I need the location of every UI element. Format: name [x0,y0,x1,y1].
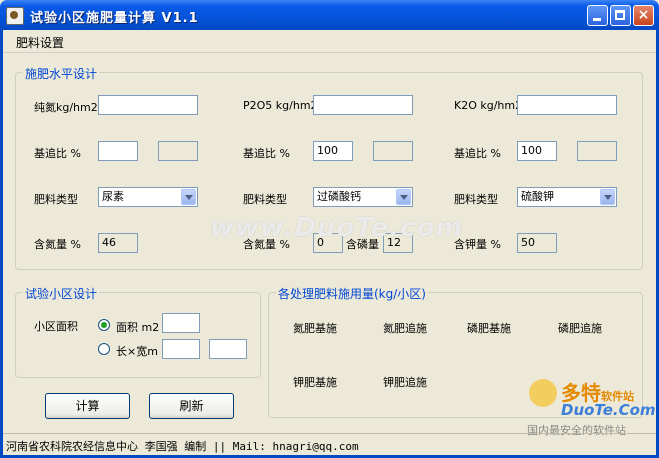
logo-mascot-icon [529,379,557,407]
menu-bar: 肥料设置 [3,30,656,53]
chevron-down-icon[interactable] [396,189,411,205]
potassium-rate-input[interactable] [517,95,617,115]
nitrogen-ratio-label: 基追比 % [34,147,81,160]
chevron-down-icon[interactable] [181,189,196,205]
phosphorus-rate-label: P2O5 kg/hm2 [243,99,318,112]
radio-length-width-label[interactable]: 长×宽m [116,343,158,359]
result-p-top-label: 磷肥追施 [558,322,602,335]
nitrogen-type-label: 肥料类型 [34,193,78,206]
phosphorus-type-value: 过磷酸钙 [317,190,361,203]
phosphorus-rate-input[interactable] [313,95,413,115]
potassium-ratio-input[interactable]: 100 [517,141,557,161]
radio-area-label[interactable]: 面积 m2 [116,319,159,335]
app-icon[interactable] [6,7,24,25]
nitrogen-rate-label: 纯氮kg/hm2 [34,101,98,114]
potassium-rate-label: K2O kg/hm2 [454,99,523,112]
phosphorus-type-label: 肥料类型 [243,193,287,206]
chevron-down-icon[interactable] [600,189,615,205]
area-input[interactable] [162,313,200,333]
calculate-button[interactable]: 计算 [45,393,130,419]
window-frame-left [0,30,3,458]
menu-fertilizer-settings[interactable]: 肥料设置 [16,34,64,51]
plot-design-group: 试验小区设计 [15,285,261,378]
potassium-content-value: 50 [517,233,557,253]
phosphorus-ratio-label: 基追比 % [243,147,290,160]
width-input[interactable] [209,339,247,359]
potassium-type-value: 硫酸钾 [521,190,554,203]
nitrogen-content-value: 46 [98,233,138,253]
result-n-top-label: 氮肥追施 [383,322,427,335]
nitrogen-rate-input[interactable] [98,95,198,115]
potassium-ratio-label: 基追比 % [454,147,501,160]
length-input[interactable] [162,339,200,359]
potassium-ratio-extra [577,141,617,161]
close-button[interactable]: × [633,5,654,26]
potassium-type-label: 肥料类型 [454,193,498,206]
radio-area[interactable] [98,319,110,331]
close-icon: × [637,7,650,23]
radio-length-width[interactable] [98,343,110,355]
nitrogen-type-value: 尿素 [102,190,124,203]
result-k-base-label: 钾肥基施 [293,376,337,389]
maximize-icon [615,10,625,20]
fert-level-group-title: 施肥水平设计 [23,65,100,82]
nitrogen-type-select[interactable]: 尿素 [98,187,198,207]
nitrogen-ratio-input[interactable] [98,141,138,161]
status-text: 河南省农科院农经信息中心 李国强 编制 || Mail: hnagri@qq.c… [6,440,359,453]
result-n-base-label: 氮肥基施 [293,322,337,335]
result-group-title: 各处理肥料施用量(kg/小区) [276,285,428,302]
maximize-button[interactable] [610,5,631,26]
minimize-icon [593,18,601,21]
plot-design-group-title: 试验小区设计 [23,285,100,302]
watermark-text: www.DuoTe.com [210,213,464,243]
duote-logo: 多特软件站 DuoTe.Com 国内最安全的软件站 [525,375,656,437]
refresh-button[interactable]: 刷新 [149,393,234,419]
plot-area-label: 小区面积 [34,320,78,333]
phosphorus-ratio-extra [373,141,413,161]
logo-en: DuoTe.Com [561,401,656,419]
result-k-top-label: 钾肥追施 [383,376,427,389]
window-title: 试验小区施肥量计算 V1.1 [30,11,199,26]
phosphorus-type-select[interactable]: 过磷酸钙 [313,187,413,207]
title-bar[interactable]: 试验小区施肥量计算 V1.1 × [0,0,659,30]
nitrogen-content-label: 含氮量 % [34,238,81,251]
potassium-type-select[interactable]: 硫酸钾 [517,187,617,207]
status-bar: 河南省农科院农经信息中心 李国强 编制 || Mail: hnagri@qq.c… [3,433,656,456]
minimize-button[interactable] [587,5,608,26]
nitrogen-ratio-extra [158,141,198,161]
result-p-base-label: 磷肥基施 [467,322,511,335]
phosphorus-ratio-input[interactable]: 100 [313,141,353,161]
